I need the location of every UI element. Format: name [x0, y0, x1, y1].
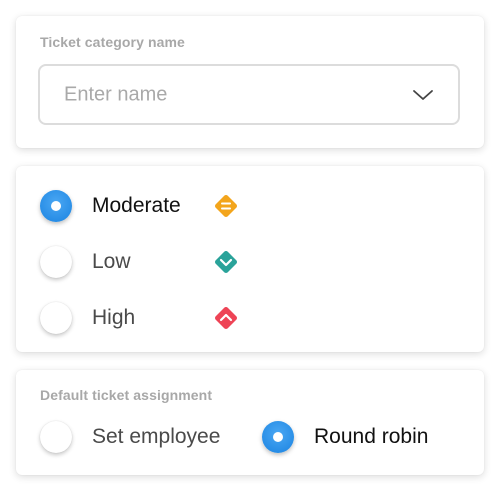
priority-option-moderate[interactable]: Moderate [40, 189, 181, 223]
chevron-up-diamond-icon [215, 307, 237, 329]
priority-option-label: Low [92, 250, 131, 273]
category-name-placeholder: Enter name [64, 83, 168, 105]
priority-option-low[interactable]: Low [40, 245, 131, 279]
category-card: Ticket category name Enter name [16, 16, 484, 148]
priority-option-high[interactable]: High [40, 301, 135, 335]
radio-button[interactable] [40, 190, 72, 222]
assignment-option-label: Set employee [92, 425, 221, 448]
priority-option-label: High [92, 306, 136, 329]
equal-diamond-icon [215, 195, 237, 217]
chevron-down-diamond-icon [215, 251, 237, 273]
assignment-option-label: Round robin [314, 425, 429, 448]
category-name-select[interactable]: Enter name [38, 64, 460, 125]
assignment-option-round-robin[interactable]: Round robin [262, 420, 428, 454]
assignment-label: Default ticket assignment [40, 387, 213, 403]
radio-button[interactable] [40, 302, 72, 334]
assignment-option-set-employee[interactable]: Set employee [40, 420, 220, 454]
radio-button[interactable] [262, 421, 294, 453]
assignment-card: Default ticket assignment Set employee R… [16, 370, 484, 475]
category-label: Ticket category name [40, 34, 185, 50]
chevron-down-icon [413, 89, 433, 100]
priority-option-label: Moderate [92, 194, 181, 217]
radio-button[interactable] [40, 421, 72, 453]
radio-button[interactable] [40, 246, 72, 278]
priority-card: Moderate Low High [16, 166, 484, 352]
